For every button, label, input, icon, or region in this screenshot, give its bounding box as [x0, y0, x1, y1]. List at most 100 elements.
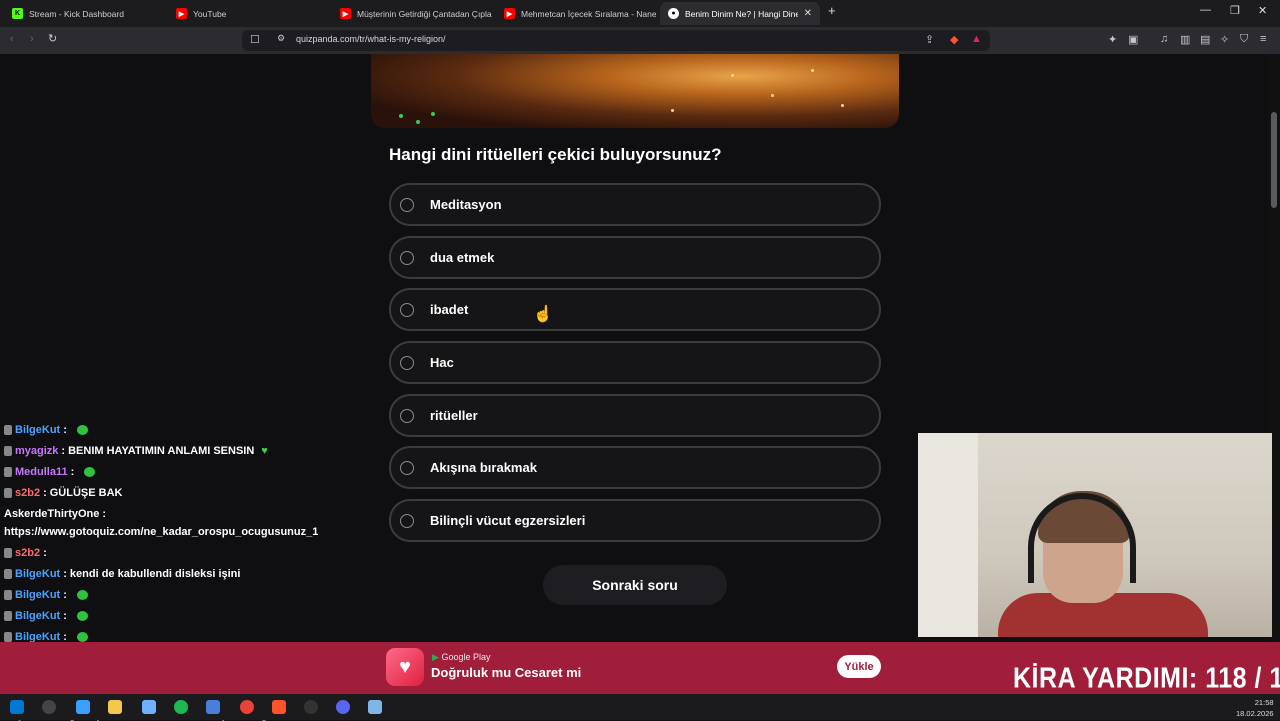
spotify-icon[interactable] — [174, 700, 188, 714]
user-badge-icon — [4, 425, 12, 435]
extensions-icon[interactable]: ✦ — [1108, 33, 1117, 46]
heart-app-icon: ♥ — [386, 648, 424, 686]
chat-username[interactable]: myagizk — [15, 445, 58, 457]
radio-button[interactable] — [400, 250, 414, 265]
vpn-icon[interactable]: ⛉ — [1240, 33, 1248, 46]
restore-icon[interactable]: ❐ — [1230, 4, 1240, 17]
windows-taskbar — [0, 694, 1280, 720]
answer-option-7[interactable]: Bilinçli vücut egzersizleri — [389, 499, 881, 542]
tab-quizpanda[interactable]: ● Benim Dinim Ne? | Hangi Dine M ✕ — [660, 2, 820, 25]
chat-emote-icon — [76, 590, 88, 600]
answer-option-6[interactable]: Akışına bırakmak — [389, 446, 881, 489]
app-icon[interactable] — [368, 700, 382, 714]
reload-icon[interactable]: ↻ — [48, 32, 57, 45]
chrome-icon[interactable] — [240, 700, 254, 714]
url-text[interactable]: quizpanda.com/tr/what-is-my-religion/ — [296, 34, 446, 44]
close-tab-icon[interactable]: ✕ — [804, 8, 812, 19]
wallet-icon[interactable]: ▤ — [1200, 33, 1210, 46]
chat-separator: : — [63, 568, 67, 580]
search-icon[interactable] — [42, 700, 56, 714]
radio-button[interactable] — [400, 460, 414, 475]
app-icon[interactable] — [142, 700, 156, 714]
chat-username[interactable]: Medulla11 — [15, 466, 68, 478]
answer-label: Meditasyon — [430, 197, 502, 212]
user-badge-icon — [4, 488, 12, 498]
sidebar-icon[interactable]: ▥ — [1180, 33, 1190, 46]
media-icon[interactable]: ♫ — [1160, 33, 1168, 45]
file-explorer-icon[interactable] — [108, 700, 122, 714]
install-button[interactable]: Yükle — [837, 655, 881, 678]
chat-text: GÜLÜŞE BAK — [49, 487, 123, 499]
chat-message: AskerdeThirtyOne : — [4, 508, 109, 520]
chat-message: BilgeKut : kendi de kabullendi disleksi … — [4, 568, 240, 580]
minimize-icon[interactable]: — — [1200, 4, 1211, 16]
brave-rewards-icon[interactable]: ▲ — [971, 33, 982, 45]
forward-icon[interactable]: › — [30, 33, 34, 45]
discord-icon[interactable] — [336, 700, 350, 714]
bookmark-icon[interactable]: ☐ — [250, 33, 260, 46]
chat-username[interactable]: AskerdeThirtyOne — [4, 508, 99, 520]
answer-option-3[interactable]: ibadet — [389, 288, 881, 331]
answer-option-5[interactable]: ritüeller — [389, 394, 881, 437]
user-badge-icon — [4, 632, 12, 642]
answer-label: ritüeller — [430, 408, 478, 423]
answer-label: Hac — [430, 355, 454, 370]
chat-username[interactable]: BilgeKut — [15, 424, 60, 436]
close-window-icon[interactable]: ✕ — [1258, 4, 1267, 17]
answer-option-1[interactable]: Meditasyon — [389, 183, 881, 226]
tab-youtube-video-1[interactable]: ▶ Müşterinin Getirdiği Çantadan Çıplak — [332, 2, 492, 25]
webcam-feed — [918, 433, 1272, 637]
screenshot-icon[interactable]: ▣ — [1128, 33, 1138, 46]
tab-title: Müşterinin Getirdiği Çantadan Çıplak — [357, 8, 492, 19]
next-question-button[interactable]: Sonraki soru — [543, 565, 727, 605]
scrollbar-thumb[interactable] — [1271, 112, 1277, 208]
obs-icon[interactable] — [304, 700, 318, 714]
chat-username[interactable]: s2b2 — [15, 547, 40, 559]
brave-icon[interactable] — [272, 700, 286, 714]
share-icon[interactable]: ⇪ — [925, 33, 934, 46]
quiz-hero-image — [371, 54, 899, 128]
chat-text: https://www.gotoquiz.com/ne_kadar_orospu… — [4, 526, 319, 538]
kick-icon: K — [12, 8, 23, 19]
tab-kick-dashboard[interactable]: K Stream - Kick Dashboard — [4, 2, 164, 25]
radio-button[interactable] — [400, 197, 414, 212]
leo-ai-icon[interactable]: ✧ — [1220, 33, 1229, 46]
back-icon[interactable]: ‹ — [10, 33, 14, 45]
edge-icon[interactable] — [76, 700, 90, 714]
answer-option-4[interactable]: Hac — [389, 341, 881, 384]
answer-option-2[interactable]: dua etmek — [389, 236, 881, 279]
google-play-label: ▶ Google Play — [432, 652, 490, 663]
tab-youtube[interactable]: ▶ YouTube — [168, 2, 328, 25]
google-play-icon: ▶ — [432, 652, 439, 662]
menu-icon[interactable]: ≡ — [1260, 33, 1266, 45]
app-icon[interactable] — [206, 700, 220, 714]
user-badge-icon — [4, 569, 12, 579]
radio-button[interactable] — [400, 355, 414, 370]
radio-button[interactable] — [400, 302, 414, 317]
chat-emote-icon — [76, 425, 88, 435]
chat-username[interactable]: s2b2 — [15, 487, 40, 499]
question-text: Hangi dini ritüelleri çekici buluyorsunu… — [389, 145, 722, 164]
system-clock: 21:58 18.02.2026 — [1236, 697, 1274, 719]
brave-shield-icon[interactable]: ◆ — [950, 33, 958, 46]
chat-username[interactable]: BilgeKut — [15, 589, 60, 601]
site-info-icon[interactable]: ⚙ — [277, 33, 285, 44]
youtube-icon: ▶ — [340, 8, 351, 19]
tab-title: Mehmetcan İçecek Sıralama - Naneli — [521, 8, 656, 19]
chat-username[interactable]: BilgeKut — [15, 610, 60, 622]
chat-username[interactable]: BilgeKut — [15, 568, 60, 580]
answer-label: Akışına bırakmak — [430, 460, 537, 475]
mouse-pointer-icon: ☝ — [533, 306, 553, 323]
radio-button[interactable] — [400, 408, 414, 423]
new-tab-icon[interactable]: + — [828, 3, 836, 18]
tab-title: Stream - Kick Dashboard — [29, 8, 124, 19]
chat-separator: : — [43, 487, 47, 499]
start-icon[interactable] — [10, 700, 24, 714]
store-name: Google Play — [441, 652, 491, 662]
user-badge-icon — [4, 611, 12, 621]
answer-label: ibadet — [430, 302, 469, 317]
rent-goal-counter: KİRA YARDIMI: 118 / 120 — [1013, 662, 1280, 695]
user-badge-icon — [4, 446, 12, 456]
radio-button[interactable] — [400, 513, 414, 528]
tab-youtube-video-2[interactable]: ▶ Mehmetcan İçecek Sıralama - Naneli — [496, 2, 656, 25]
